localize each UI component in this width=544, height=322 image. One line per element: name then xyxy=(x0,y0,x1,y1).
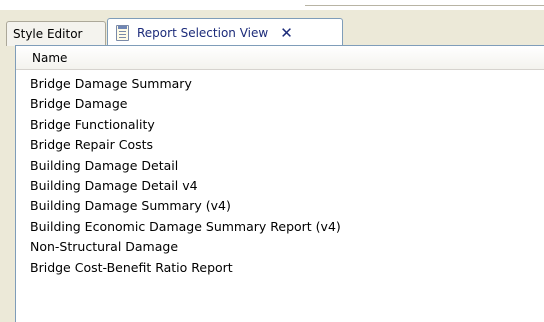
list-item[interactable]: Non-Structural Damage xyxy=(30,237,544,257)
list-item[interactable]: Building Damage Detail v4 xyxy=(30,176,544,196)
tab-report-selection-label: Report Selection View xyxy=(137,25,269,40)
list-item[interactable]: Bridge Functionality xyxy=(30,115,544,135)
tab-bar: Style Editor Report Selection View ✕ xyxy=(0,10,544,46)
tab-report-selection-view[interactable]: Report Selection View ✕ xyxy=(107,18,343,46)
list-item[interactable]: Bridge Repair Costs xyxy=(30,135,544,155)
report-document-icon xyxy=(116,24,129,41)
close-icon[interactable]: ✕ xyxy=(280,24,293,42)
column-header-name[interactable]: Name xyxy=(16,46,544,70)
top-divider xyxy=(305,5,544,6)
column-header-label: Name xyxy=(32,50,68,65)
window-top-strip xyxy=(0,0,544,10)
list-item[interactable]: Bridge Damage xyxy=(30,94,544,114)
tab-style-editor[interactable]: Style Editor xyxy=(6,21,106,46)
list-item[interactable]: Building Damage Detail xyxy=(30,156,544,176)
list-item[interactable]: Bridge Cost-Benefit Ratio Report xyxy=(30,258,544,278)
report-selection-panel: Name Bridge Damage Summary Bridge Damage… xyxy=(15,45,544,322)
tab-style-editor-label: Style Editor xyxy=(13,27,83,41)
list-item[interactable]: Building Economic Damage Summary Report … xyxy=(30,217,544,237)
list-item[interactable]: Building Damage Summary (v4) xyxy=(30,196,544,216)
list-item[interactable]: Bridge Damage Summary xyxy=(30,74,544,94)
report-list: Bridge Damage Summary Bridge Damage Brid… xyxy=(16,70,544,278)
